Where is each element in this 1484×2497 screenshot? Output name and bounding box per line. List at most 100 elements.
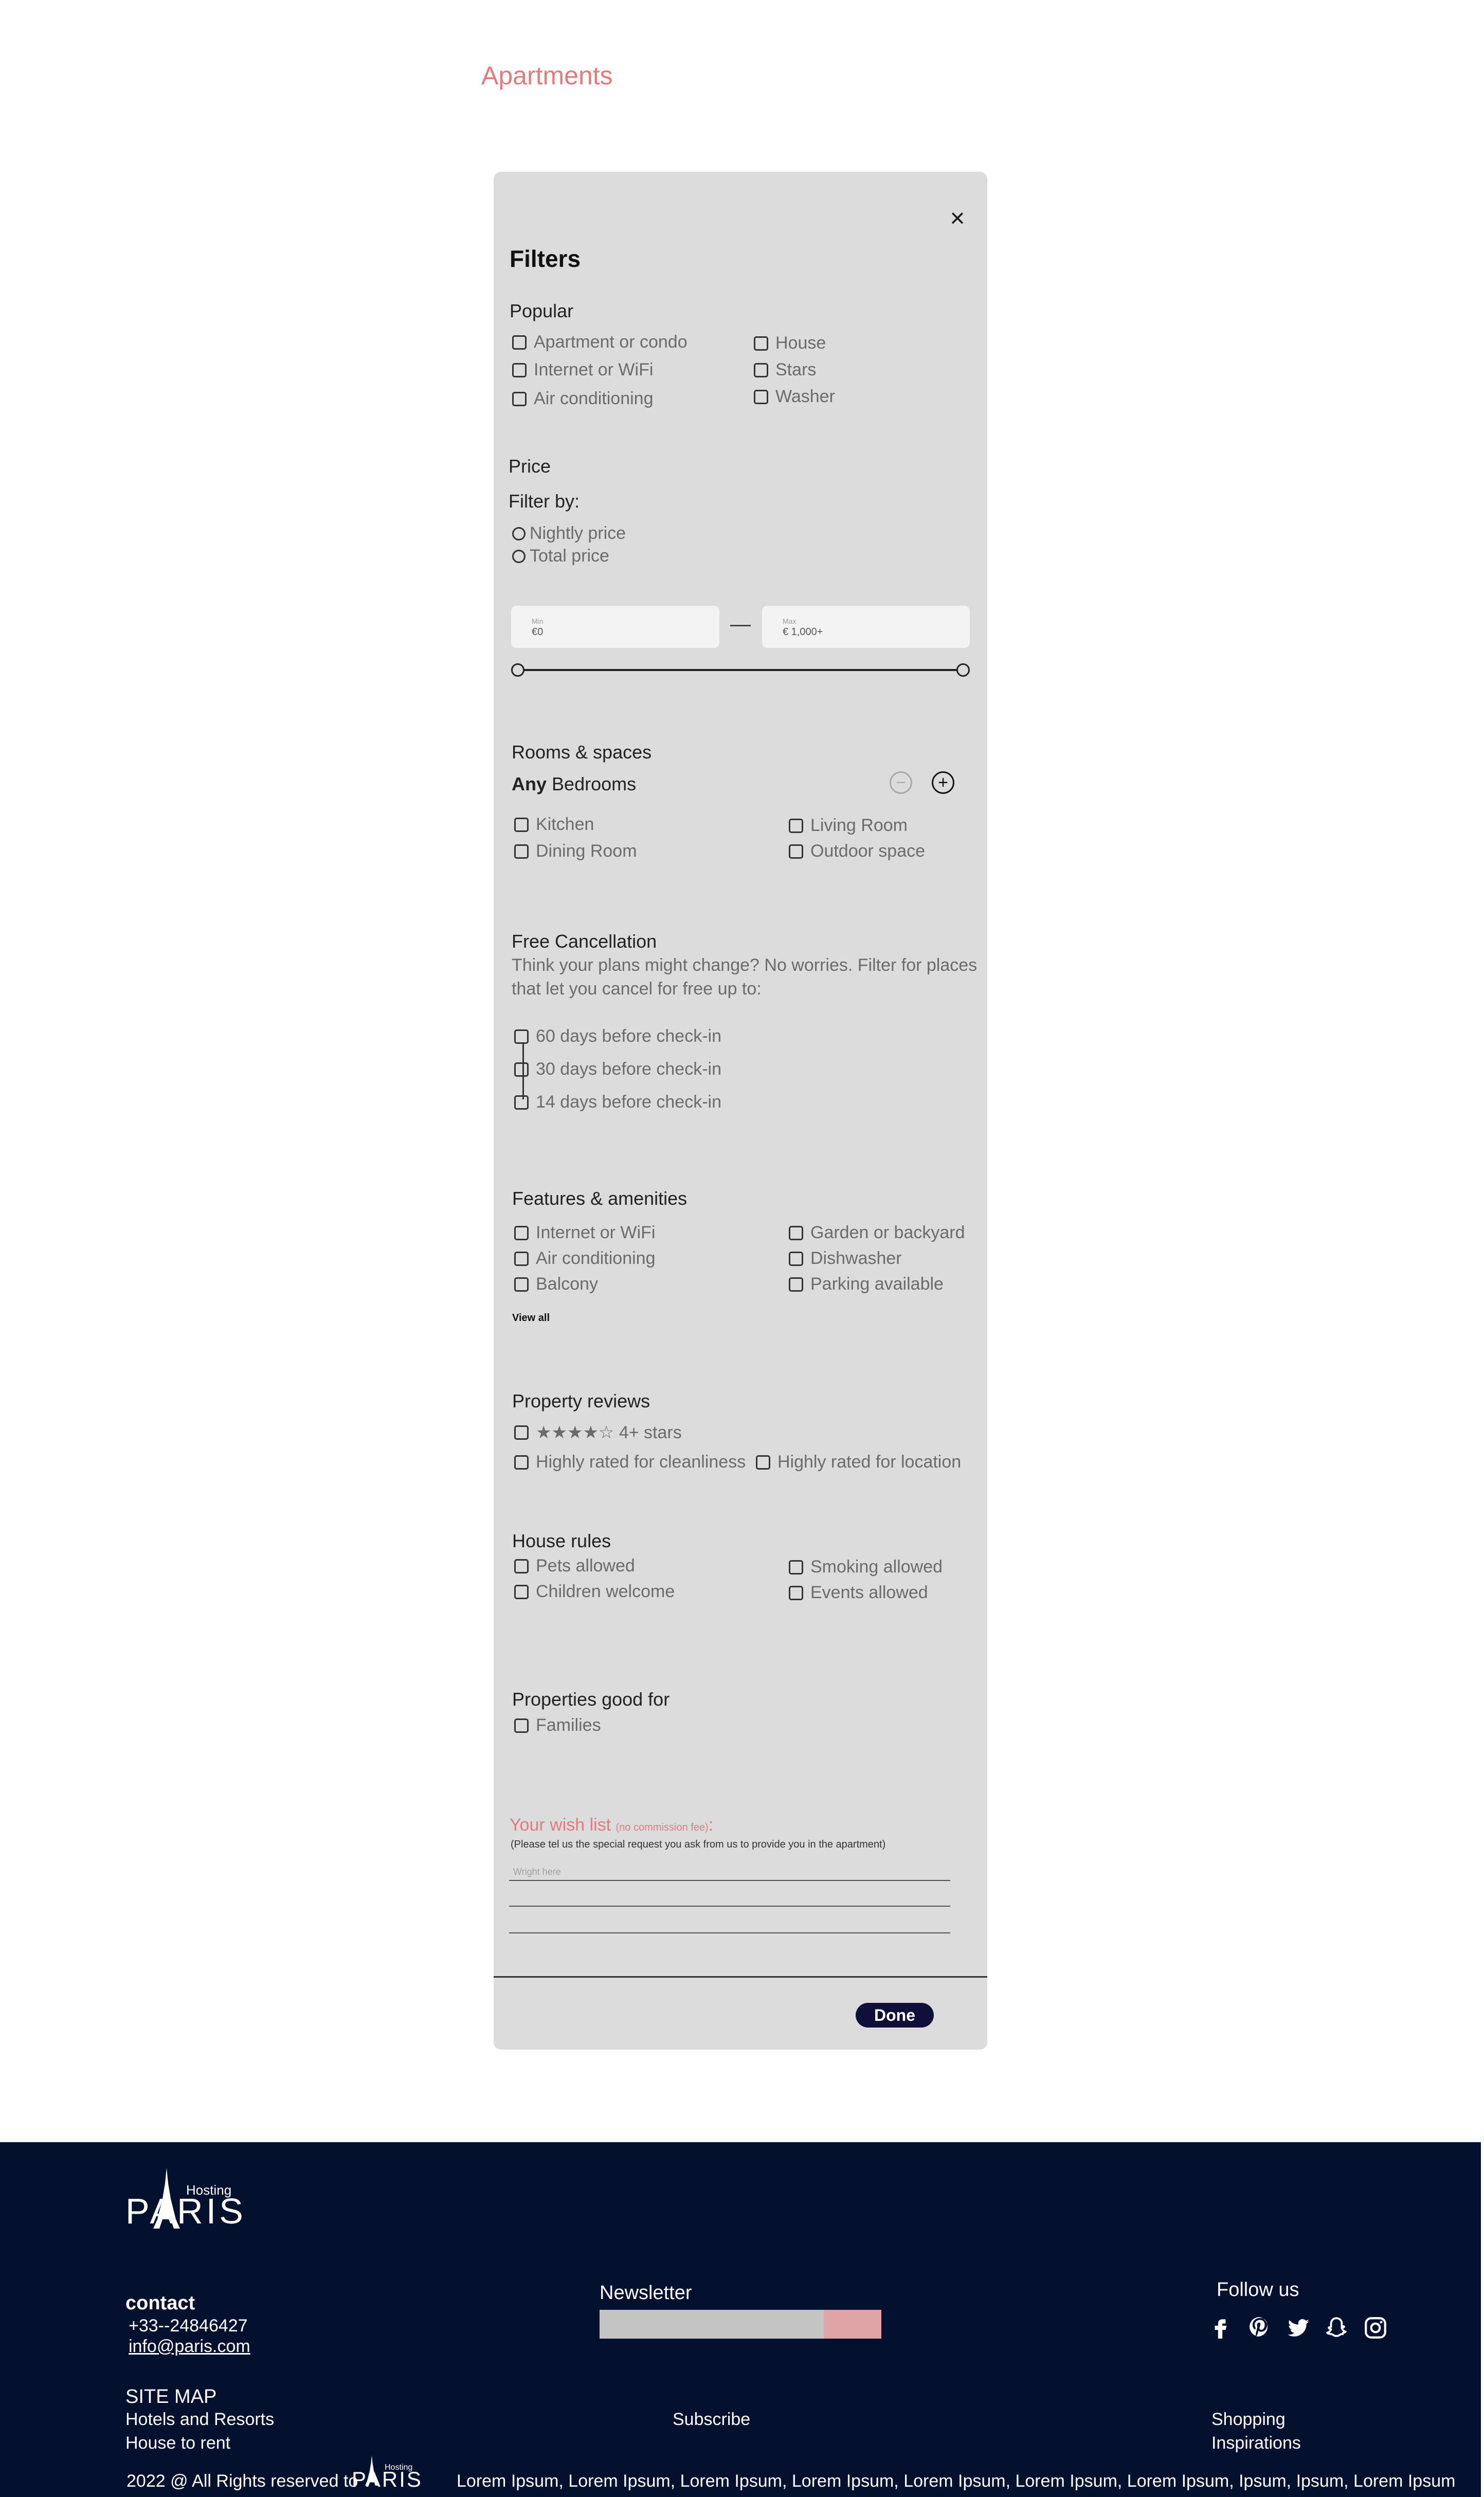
footer-lorem: Lorem Ipsum, Lorem Ipsum, Lorem Ipsum, L… <box>457 2471 1456 2491</box>
checkbox[interactable] <box>514 1425 529 1440</box>
feature-option[interactable]: Dishwasher <box>789 1248 902 1269</box>
price-slider-track[interactable] <box>518 669 964 671</box>
instagram-icon[interactable] <box>1363 2315 1388 2341</box>
checkbox[interactable] <box>514 1455 529 1470</box>
cancellation-option[interactable]: 30 days before check-in <box>514 1059 721 1079</box>
checkbox[interactable] <box>789 1251 803 1266</box>
feature-option[interactable]: Internet or WiFi <box>514 1223 655 1243</box>
wish-list-input[interactable]: Wright here <box>513 1867 561 1877</box>
checkbox[interactable] <box>514 1584 529 1599</box>
twitter-icon[interactable] <box>1286 2315 1311 2341</box>
cancellation-option[interactable]: 60 days before check-in <box>514 1026 721 1046</box>
feature-option[interactable]: Balcony <box>514 1274 598 1294</box>
pinterest-icon[interactable] <box>1246 2315 1272 2341</box>
view-all-link[interactable]: View all <box>512 1312 550 1324</box>
checkbox[interactable] <box>754 336 768 351</box>
popular-option[interactable]: Internet or WiFi <box>512 360 653 380</box>
newsletter-submit-button[interactable] <box>824 2310 881 2339</box>
sitemap-link[interactable]: House to rent <box>125 2433 230 2453</box>
room-option[interactable]: Dining Room <box>514 841 637 861</box>
wish-list-line[interactable] <box>509 1880 950 1881</box>
checkbox[interactable] <box>514 1029 529 1044</box>
contact-heading: contact <box>125 2292 195 2314</box>
good-for-option[interactable]: Families <box>514 1715 601 1735</box>
wish-list-line[interactable] <box>509 1932 950 1933</box>
cleanliness-option[interactable]: Highly rated for cleanliness <box>514 1452 746 1472</box>
checkbox[interactable] <box>789 844 803 859</box>
checkbox[interactable] <box>512 363 527 377</box>
radio[interactable] <box>512 527 526 540</box>
house-rule-option[interactable]: Smoking allowed <box>789 1557 943 1577</box>
checkbox[interactable] <box>754 363 768 377</box>
feature-option[interactable]: Parking available <box>789 1274 944 1294</box>
checkbox[interactable] <box>754 389 768 404</box>
checkbox[interactable] <box>514 1718 529 1733</box>
checkbox[interactable] <box>514 1225 529 1240</box>
cancellation-heading: Free Cancellation <box>512 931 657 952</box>
price-slider-max-handle[interactable] <box>956 663 970 677</box>
price-slider-min-handle[interactable] <box>511 663 524 677</box>
contact-email[interactable]: info@paris.com <box>129 2337 250 2357</box>
bedrooms-decrease-button[interactable]: − <box>890 771 912 794</box>
subscribe-link[interactable]: Subscribe <box>673 2410 750 2430</box>
contact-phone[interactable]: +33--24846427 <box>129 2316 248 2336</box>
modal-divider <box>494 1976 987 1978</box>
room-option[interactable]: Living Room <box>789 816 908 836</box>
close-icon[interactable]: × <box>946 205 969 231</box>
room-option[interactable]: Kitchen <box>514 815 594 835</box>
cancellation-option[interactable]: 14 days before check-in <box>514 1092 721 1112</box>
checkbox[interactable] <box>514 1062 529 1077</box>
reviews-heading: Property reviews <box>512 1390 650 1412</box>
checkbox[interactable] <box>789 818 803 833</box>
min-price-input[interactable]: Min €0 <box>511 606 719 648</box>
checkbox[interactable] <box>514 1095 529 1110</box>
sitemap-link[interactable]: Hotels and Resorts <box>125 2410 274 2430</box>
cancellation-description: that let you cancel for free up to: <box>512 979 762 999</box>
page-title: Apartments <box>481 61 613 90</box>
wish-list-line[interactable] <box>509 1906 950 1907</box>
checkbox[interactable] <box>512 391 527 406</box>
facebook-icon[interactable] <box>1207 2315 1233 2341</box>
house-rule-option[interactable]: Children welcome <box>514 1582 675 1602</box>
house-rule-option[interactable]: Events allowed <box>789 1583 928 1603</box>
house-rule-option[interactable]: Pets allowed <box>514 1556 635 1576</box>
sitemap-link[interactable]: Inspirations <box>1211 2433 1301 2453</box>
stars-option[interactable]: ★★★★☆ 4+ stars <box>514 1422 682 1443</box>
room-option[interactable]: Outdoor space <box>789 841 925 861</box>
checkbox[interactable] <box>789 1225 803 1240</box>
feature-option[interactable]: Garden or backyard <box>789 1223 965 1243</box>
nightly-price-radio[interactable]: Nightly price <box>512 523 626 544</box>
checkbox[interactable] <box>514 1277 529 1292</box>
checkbox[interactable] <box>514 844 529 859</box>
popular-option[interactable]: Apartment or condo <box>512 332 687 352</box>
paris-logo[interactable]: PARIS Hosting <box>125 2168 243 2231</box>
checkbox[interactable] <box>514 817 529 832</box>
house-rules-heading: House rules <box>512 1530 611 1551</box>
checkbox[interactable] <box>514 1251 529 1266</box>
popular-option[interactable]: Washer <box>754 387 835 407</box>
snapchat-icon[interactable] <box>1324 2315 1349 2341</box>
checkbox[interactable] <box>512 335 527 350</box>
location-option[interactable]: Highly rated for location <box>756 1452 961 1472</box>
bedrooms-increase-button[interactable]: + <box>932 771 954 794</box>
popular-option[interactable]: Stars <box>754 360 816 380</box>
features-heading: Features & amenities <box>512 1188 687 1209</box>
checkbox[interactable] <box>789 1585 803 1600</box>
bedrooms-label: Any Bedrooms <box>512 773 637 794</box>
checkbox[interactable] <box>789 1560 803 1575</box>
checkbox[interactable] <box>756 1455 770 1470</box>
max-price-input[interactable]: Max € 1,000+ <box>762 606 970 648</box>
checkbox[interactable] <box>789 1277 803 1292</box>
wish-list-description: (Please tel us the special request you a… <box>511 1839 886 1850</box>
feature-option[interactable]: Air conditioning <box>514 1248 655 1269</box>
radio[interactable] <box>512 549 526 563</box>
newsletter-heading: Newsletter <box>600 2282 692 2304</box>
popular-option[interactable]: Air conditioning <box>512 389 653 409</box>
popular-option[interactable]: House <box>754 333 826 353</box>
sitemap-link[interactable]: Shopping <box>1211 2410 1286 2430</box>
newsletter-email-input[interactable] <box>600 2310 824 2339</box>
checkbox[interactable] <box>514 1559 529 1573</box>
price-heading: Price <box>509 456 551 477</box>
total-price-radio[interactable]: Total price <box>512 546 609 566</box>
done-button[interactable]: Done <box>856 2003 934 2028</box>
